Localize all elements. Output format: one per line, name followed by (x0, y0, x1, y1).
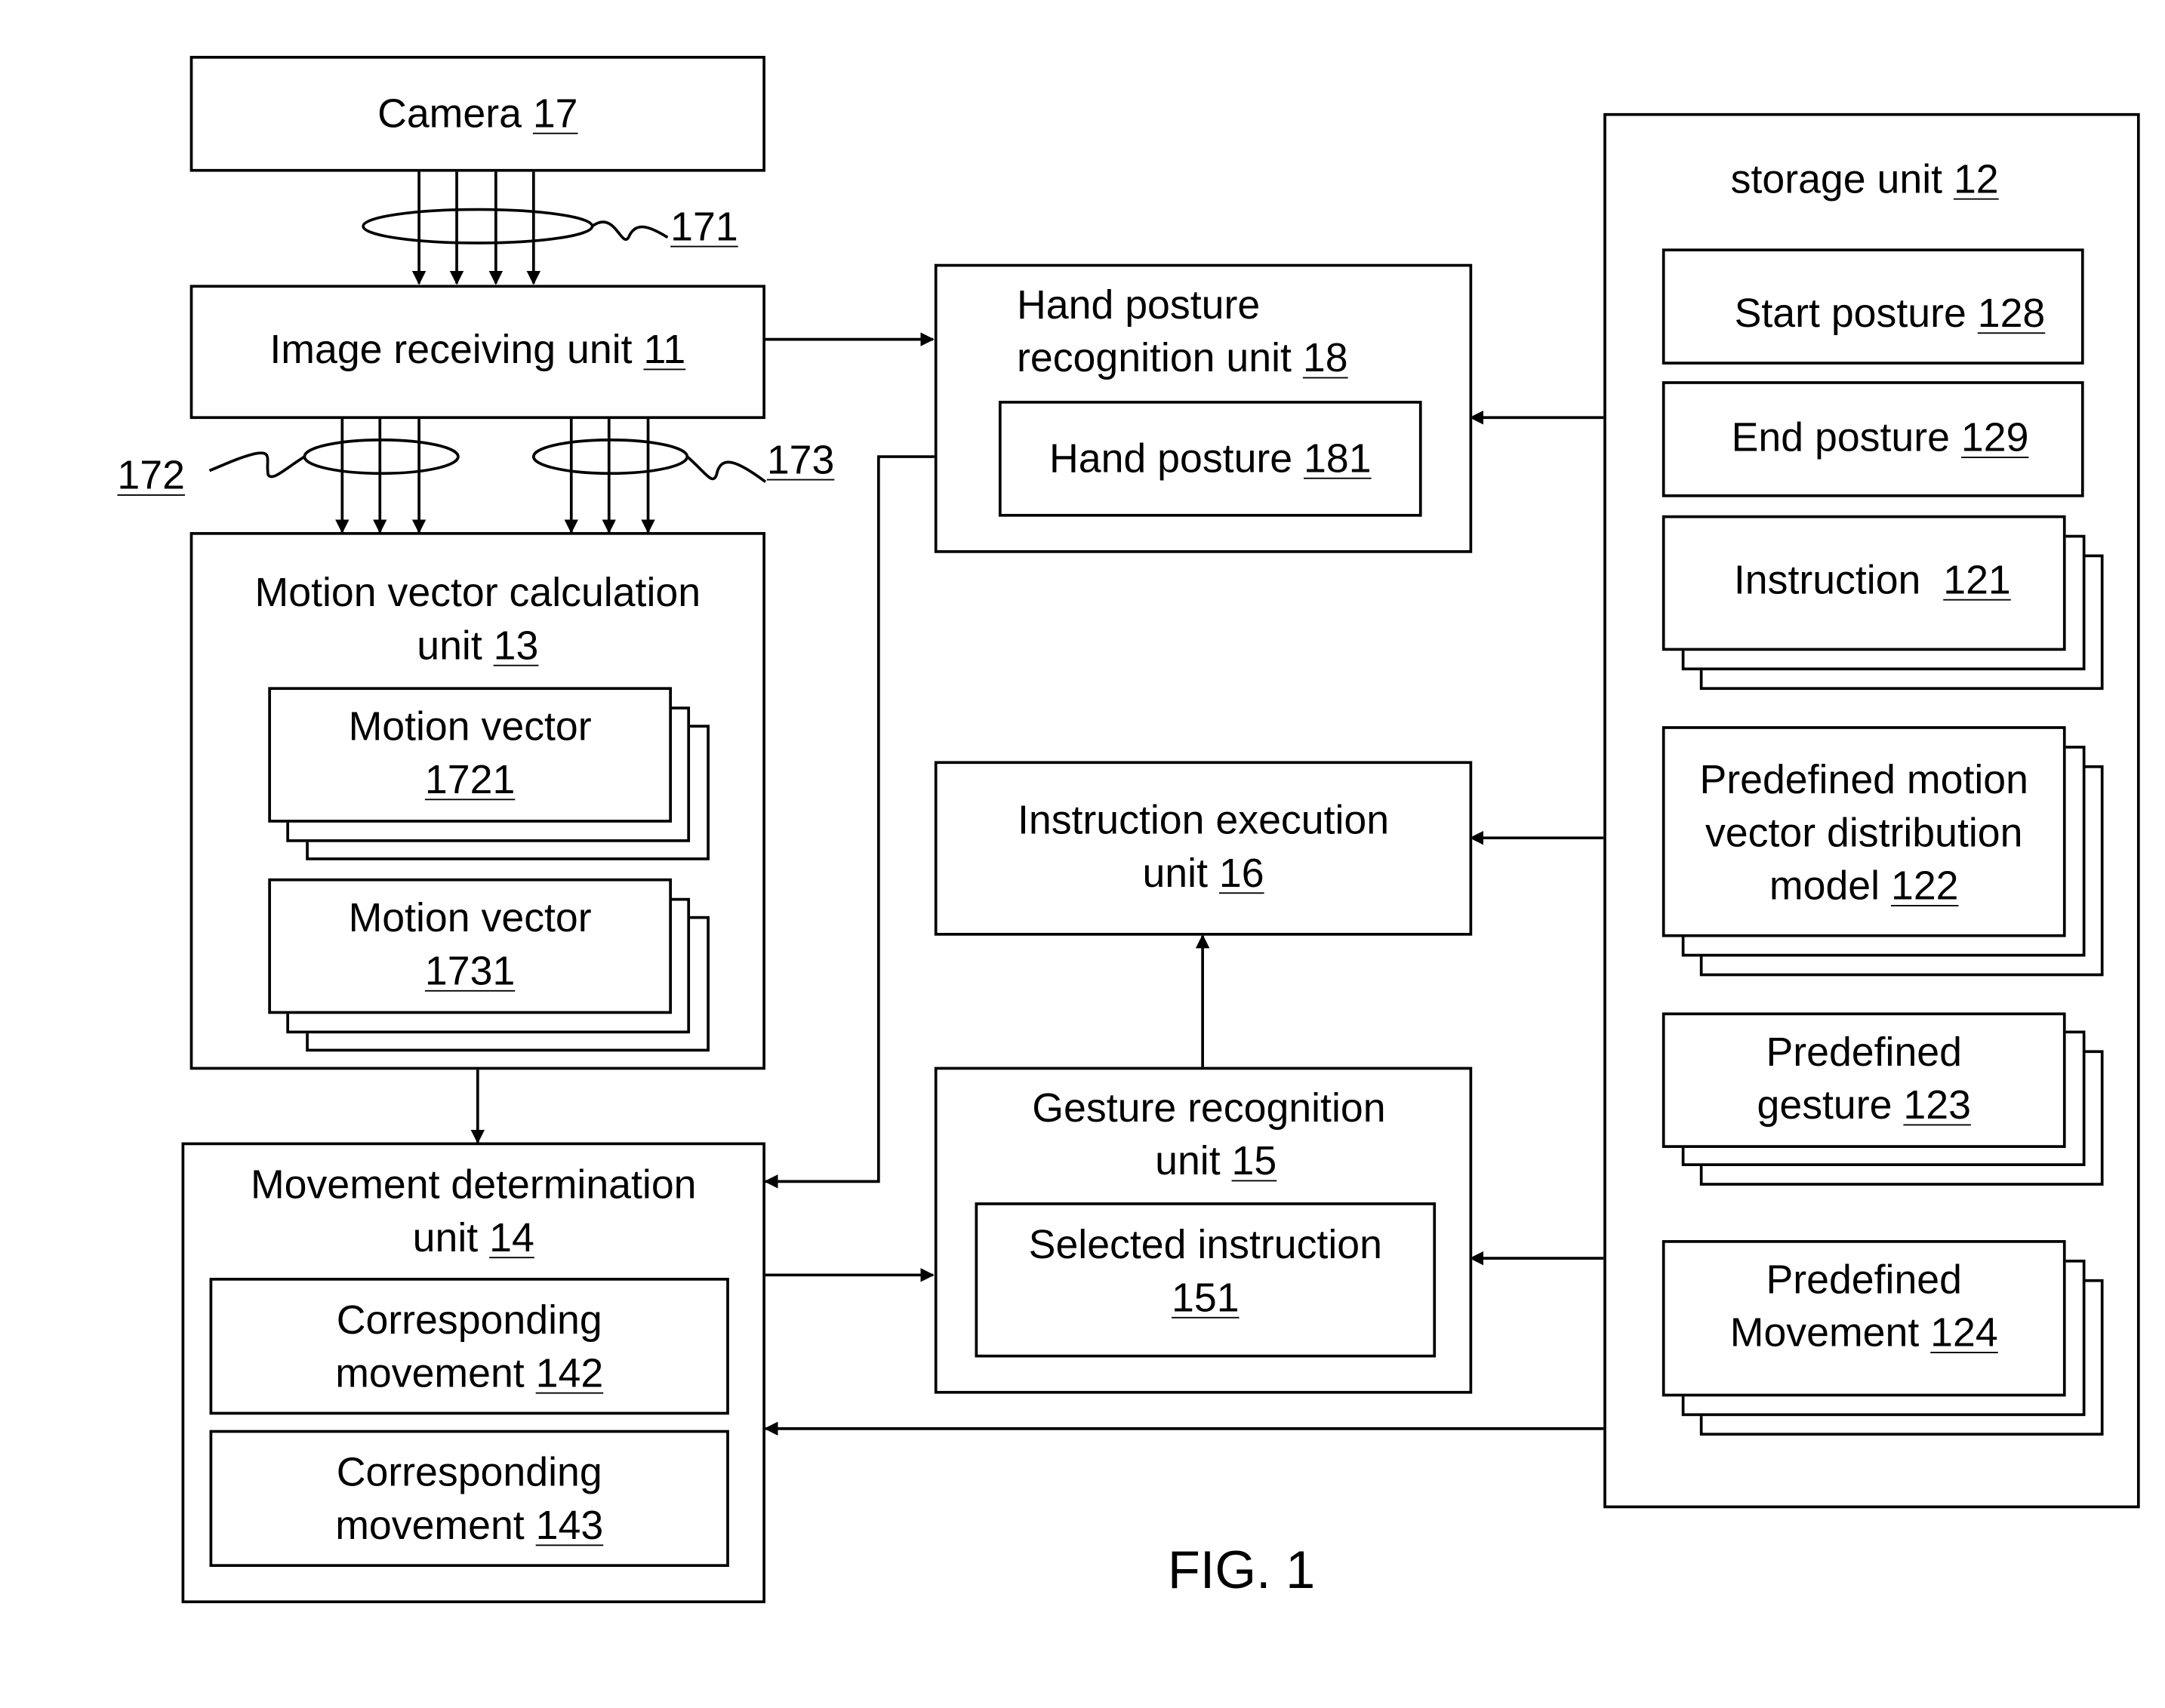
instruction-label: Instruction (1733, 559, 1944, 604)
predefined-gesture-label-2: gesture (1757, 1083, 1904, 1129)
start-posture-128-block: Start posture 128 (1661, 248, 2084, 365)
end-posture-129-block: End posture 129 (1661, 381, 2084, 497)
selected-instruction-label: Selected instruction (1028, 1223, 1382, 1269)
hand-posture-recognition-unit-block: Hand posture recognition unit 18 Hand po… (934, 263, 1473, 553)
corresponding-143-label-1: Corresponding (336, 1451, 602, 1496)
signal-label-173: 173 (766, 438, 835, 484)
motion-vector-calc-title-2: unit (417, 624, 494, 669)
end-posture-ref: 129 (1960, 416, 2029, 461)
predefined-gesture-123-block: Predefined gesture 123 (1661, 1012, 2066, 1148)
storage-unit-block: storage unit 12 Start posture 128 End po… (1603, 112, 2140, 1509)
predefined-model-ref: 122 (1890, 864, 1959, 909)
hand-posture-181-label: Hand posture (1049, 437, 1304, 482)
selected-instruction-ref: 151 (1172, 1276, 1240, 1322)
instruction-121-block: Instruction 121 (1661, 515, 2066, 651)
predefined-model-122-block: Predefined motion vector distribution mo… (1661, 726, 2066, 937)
block-diagram: 171 172 173 Camera 17 Image receiving un… (0, 0, 2165, 1708)
corresponding-142-label-1: Corresponding (336, 1298, 602, 1343)
predefined-model-label-3: model (1769, 864, 1891, 909)
motion-vector-calculation-unit-block: Motion vector calculation unit 13 Motion… (189, 531, 765, 1070)
corresponding-143-ref: 143 (535, 1503, 604, 1549)
hand-posture-181-block: Hand posture 181 (998, 401, 1422, 517)
image-receiving-ref: 11 (643, 328, 686, 374)
instruction-execution-unit-block: Instruction execution unit 16 (934, 761, 1473, 936)
motion-vector-1721-block: Motion vector 1721 (268, 687, 672, 823)
predefined-movement-124-block: Predefined Movement 124 (1661, 1240, 2066, 1397)
motion-vector-calc-ref: 13 (493, 624, 539, 669)
start-posture-label: Start posture (1734, 291, 1978, 337)
movement-determination-title-2: unit (412, 1216, 490, 1261)
storage-unit-ref: 12 (1953, 158, 1999, 203)
motion-vector-1731-ref: 1731 (424, 949, 516, 995)
hand-posture-recognition-title-1: Hand posture (1017, 283, 1261, 328)
motion-vector-1721-label: Motion vector (348, 705, 592, 750)
motion-vector-1731-label: Motion vector (348, 896, 592, 942)
instruction-ref: 121 (1943, 559, 2011, 604)
leader-171 (591, 220, 669, 241)
predefined-movement-label-1: Predefined (1766, 1258, 1963, 1303)
motion-vector-1731-block: Motion vector 1731 (268, 878, 672, 1014)
corresponding-movement-143-block: Corresponding movement 143 (209, 1429, 729, 1568)
motion-vector-calc-title-1: Motion vector calculation (254, 571, 701, 616)
gesture-recognition-unit-block: Gesture recognition unit 15 Selected ins… (934, 1066, 1473, 1394)
corresponding-143-label-2: movement (335, 1503, 536, 1549)
corresponding-142-label-2: movement (335, 1352, 536, 1397)
signal-label-172: 172 (117, 454, 185, 499)
movement-determination-unit-block: Movement determination unit 14 Correspon… (181, 1142, 765, 1604)
corresponding-movement-142-block: Corresponding movement 142 (209, 1278, 729, 1415)
leader-172 (208, 451, 306, 479)
storage-unit-label: storage unit (1730, 158, 1954, 203)
hand-posture-181-ref: 181 (1304, 437, 1372, 482)
end-posture-label: End posture (1731, 416, 1961, 461)
signal-label-171: 171 (670, 205, 738, 251)
selected-instruction-151-block: Selected instruction 151 (975, 1202, 1437, 1358)
gesture-recognition-title-2: unit (1155, 1139, 1232, 1185)
predefined-movement-ref: 124 (1930, 1311, 1998, 1356)
instruction-execution-title-2: unit (1142, 851, 1219, 897)
instruction-execution-ref: 16 (1218, 851, 1264, 897)
gesture-recognition-ref: 15 (1231, 1139, 1277, 1185)
image-receiving-unit-block: Image receiving unit 11 (189, 285, 765, 420)
figure-label: FIG. 1 (1167, 1541, 1316, 1601)
predefined-gesture-label-1: Predefined (1766, 1030, 1963, 1076)
gesture-recognition-title-1: Gesture recognition (1032, 1086, 1386, 1131)
movement-determination-title-1: Movement determination (250, 1163, 697, 1208)
instruction-execution-title-1: Instruction execution (1017, 799, 1390, 844)
start-posture-ref: 128 (1977, 291, 2046, 337)
camera-label: Camera (377, 92, 533, 137)
predefined-model-label-2: vector distribution (1705, 811, 2023, 857)
image-receiving-label: Image receiving unit (269, 328, 644, 374)
predefined-gesture-ref: 123 (1903, 1083, 1971, 1129)
arrow-hand-posture-to-movement (764, 455, 935, 1189)
predefined-movement-label-2: Movement (1729, 1311, 1931, 1356)
leader-173 (686, 455, 767, 483)
corresponding-142-ref: 142 (535, 1352, 604, 1397)
hand-posture-recognition-ref: 18 (1302, 336, 1348, 382)
motion-vector-1721-ref: 1721 (424, 758, 516, 803)
movement-determination-ref: 14 (489, 1216, 534, 1261)
hand-posture-recognition-title-2: recognition unit (1017, 336, 1303, 382)
camera-block: Camera 17 (189, 56, 765, 172)
bundle-171-ellipse (362, 208, 594, 245)
predefined-model-label-1: Predefined motion (1699, 758, 2028, 803)
camera-ref: 17 (532, 92, 578, 137)
